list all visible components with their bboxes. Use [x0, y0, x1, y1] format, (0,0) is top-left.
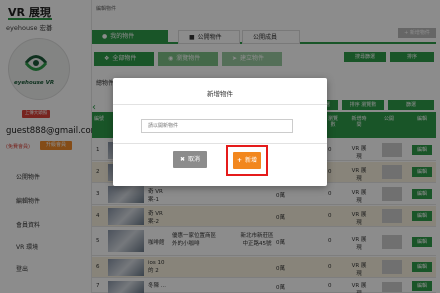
cancel-button[interactable]: ✖ 取消 — [173, 151, 207, 168]
add-object-modal: 新增物件 ✖取消 +新增 — [113, 78, 327, 186]
object-name-input[interactable] — [141, 119, 293, 133]
modal-divider — [113, 104, 327, 105]
highlight-box: + 新增 — [226, 145, 268, 176]
modal-title: 新增物件 — [207, 90, 233, 98]
add-button[interactable]: + 新增 — [233, 152, 261, 169]
plus-icon: + — [236, 157, 242, 164]
modal-divider — [113, 143, 327, 144]
close-icon: ✖ — [179, 156, 185, 163]
